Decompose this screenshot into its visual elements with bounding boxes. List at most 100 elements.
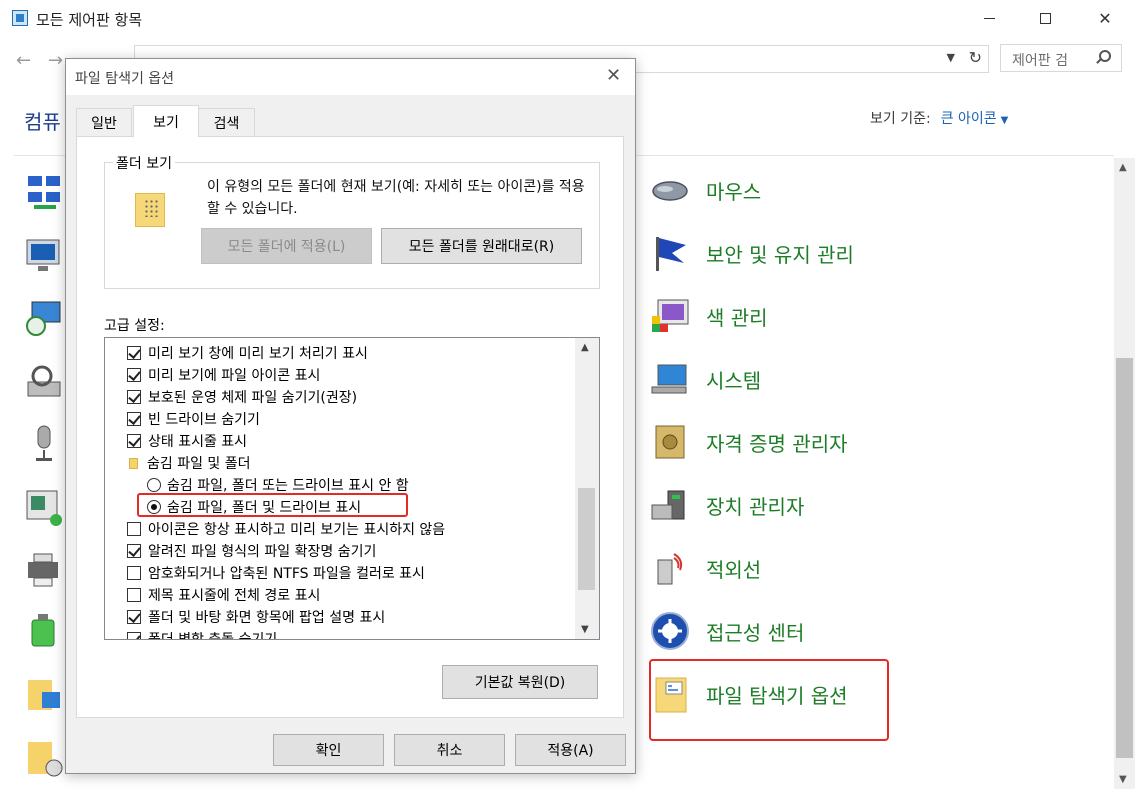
folder-view-group: 폴더 보기 이 유형의 모든 폴더에 현재 보기(예: 자세히 또는 아이콘)를…	[104, 153, 600, 289]
folder-history-icon[interactable]	[24, 738, 64, 778]
forward-arrow-icon[interactable]: →	[48, 50, 63, 71]
minimize-icon	[983, 17, 995, 19]
checkbox[interactable]	[127, 434, 141, 448]
scroll-thumb[interactable]	[578, 488, 595, 590]
dialog-title: 파일 탐색기 옵션	[75, 71, 175, 87]
scroll-down-icon[interactable]: ▼	[581, 624, 589, 635]
adv-setting-row[interactable]: 아이콘은 항상 표시하고 미리 보기는 표시하지 않음	[127, 518, 445, 540]
tab-search[interactable]: 검색	[198, 108, 255, 136]
refresh-icon[interactable]: ↻	[969, 48, 982, 67]
adv-setting-row[interactable]: 빈 드라이브 숨기기	[127, 408, 260, 430]
cp-item-system[interactable]: 시스템	[650, 357, 761, 401]
cp-item-credential-manager[interactable]: 자격 증명 관리자	[650, 420, 848, 464]
cp-item-security-maintenance[interactable]: 보안 및 유지 관리	[650, 231, 854, 275]
adv-setting-row[interactable]: 상태 표시줄 표시	[127, 430, 247, 452]
adv-setting-row[interactable]: 제목 표시줄에 전체 경로 표시	[127, 584, 320, 606]
advanced-settings-list[interactable]: 미리 보기 창에 미리 보기 처리기 표시 미리 보기에 파일 아이콘 표시 보…	[104, 337, 600, 640]
adv-setting-label: 폴더 병합 충돌 숨기기	[148, 632, 278, 640]
checkbox[interactable]	[127, 544, 141, 558]
checkbox[interactable]	[127, 588, 141, 602]
control-panel-icon	[12, 10, 28, 26]
checkbox[interactable]	[127, 522, 141, 536]
network-icon[interactable]	[24, 172, 64, 212]
adv-setting-row[interactable]: 암호화되거나 압축된 NTFS 파일을 컬러로 표시	[127, 562, 425, 584]
infrared-icon	[657, 553, 683, 585]
cp-item-color-management[interactable]: 색 관리	[650, 294, 768, 338]
search-icon[interactable]	[1099, 50, 1111, 62]
page-title: 컴퓨	[24, 110, 61, 134]
tab-label: 검색	[213, 115, 240, 132]
scroll-up-icon[interactable]: ▲	[1119, 162, 1127, 173]
adv-setting-row[interactable]: 미리 보기 창에 미리 보기 처리기 표시	[127, 342, 368, 364]
devices-printers-icon[interactable]	[24, 550, 64, 590]
tab-panel-view: 폴더 보기 이 유형의 모든 폴더에 현재 보기(예: 자세히 또는 아이콘)를…	[76, 136, 624, 718]
scroll-thumb[interactable]	[1116, 358, 1133, 758]
cp-item-label: 시스템	[706, 368, 762, 393]
display-icon[interactable]	[24, 236, 64, 276]
caret-down-icon[interactable]: ▼	[1001, 115, 1009, 126]
adv-setting-row[interactable]: 보호된 운영 체제 파일 숨기기(권장)	[127, 386, 357, 408]
scroll-down-icon[interactable]: ▼	[1119, 774, 1127, 785]
indexing-icon[interactable]	[24, 362, 64, 402]
checkbox[interactable]	[127, 346, 141, 360]
adv-setting-label: 제목 표시줄에 전체 경로 표시	[148, 588, 321, 604]
adv-setting-label: 보호된 운영 체제 파일 숨기기(권장)	[148, 390, 358, 406]
credential-vault-icon	[655, 425, 685, 459]
restore-defaults-button[interactable]: 기본값 복원(D)	[442, 665, 598, 699]
search-input[interactable]: 제어판 검	[1000, 44, 1122, 72]
adv-setting-row[interactable]: 알려진 파일 형식의 파일 확장명 숨기기	[127, 540, 376, 562]
checkbox[interactable]	[127, 566, 141, 580]
radio-button[interactable]	[147, 478, 161, 492]
apply-to-folders-button[interactable]: 모든 폴더에 적용(L)	[201, 228, 372, 264]
reset-folders-button[interactable]: 모든 폴더를 원래대로(R)	[381, 228, 582, 264]
flag-icon	[656, 237, 686, 271]
date-time-icon[interactable]	[24, 298, 64, 338]
cp-item-device-manager[interactable]: 장치 관리자	[650, 483, 804, 527]
advanced-list-scrollbar[interactable]: ▲ ▼	[575, 338, 599, 639]
adv-setting-label: 미리 보기에 파일 아이콘 표시	[148, 368, 321, 384]
tab-label: 보기	[153, 114, 179, 131]
power-options-icon[interactable]	[24, 610, 64, 650]
checkbox[interactable]	[127, 610, 141, 624]
checkbox[interactable]	[127, 368, 141, 382]
mouse-icon	[652, 181, 688, 201]
tab-view[interactable]: 보기	[133, 105, 199, 137]
apply-button[interactable]: 적용(A)	[515, 734, 626, 766]
color-management-icon	[652, 299, 689, 332]
cp-item-ease-of-access[interactable]: 접근성 센터	[650, 609, 804, 653]
chevron-down-icon[interactable]: ▼	[947, 51, 955, 64]
adv-setting-row[interactable]: 폴더 및 바탕 화면 항목에 팝업 설명 표시	[127, 606, 385, 628]
adv-setting-row[interactable]: 폴더 병합 충돌 숨기기	[127, 628, 278, 640]
minimize-button[interactable]	[966, 0, 1012, 36]
adv-setting-label: 폴더 및 바탕 화면 항목에 팝업 설명 표시	[148, 610, 386, 626]
adv-setting-label: 아이콘은 항상 표시하고 미리 보기는 표시하지 않음	[148, 522, 446, 538]
adv-setting-row[interactable]: 미리 보기에 파일 아이콘 표시	[127, 364, 320, 386]
checkbox[interactable]	[127, 390, 141, 404]
close-button[interactable]: ✕	[1082, 0, 1128, 36]
dialog-close-icon[interactable]: ✕	[606, 65, 621, 86]
cancel-button[interactable]: 취소	[394, 734, 505, 766]
adv-setting-label: 숨김 파일, 폴더 또는 드라이브 표시 안 함	[167, 478, 409, 494]
cp-item-infrared[interactable]: 적외선	[650, 546, 761, 590]
adv-setting-label: 빈 드라이브 숨기기	[148, 412, 260, 428]
folder-cube-icon[interactable]	[24, 674, 64, 714]
checkbox[interactable]	[127, 412, 141, 426]
main-scrollbar[interactable]: ▲ ▼	[1114, 158, 1135, 789]
highlight-annotation-radio	[137, 493, 408, 517]
cp-item-label: 접근성 센터	[706, 620, 805, 645]
cp-item-mouse[interactable]: 마우스	[650, 168, 761, 212]
tab-general[interactable]: 일반	[76, 108, 132, 136]
maximize-button[interactable]	[1022, 0, 1068, 36]
microphone-icon[interactable]	[24, 424, 64, 464]
cp-item-label: 보안 및 유지 관리	[706, 242, 854, 267]
scroll-up-icon[interactable]: ▲	[581, 342, 589, 353]
ok-button[interactable]: 확인	[273, 734, 384, 766]
cp-item-label: 색 관리	[706, 305, 768, 330]
autoplay-icon[interactable]	[24, 488, 64, 528]
system-icon	[651, 364, 687, 394]
advanced-settings-label: 고급 설정:	[104, 318, 165, 334]
checkbox[interactable]	[127, 632, 141, 639]
view-by-dropdown[interactable]: 큰 아이콘	[941, 111, 997, 127]
back-arrow-icon[interactable]: ←	[16, 50, 31, 71]
ease-of-access-icon	[651, 612, 689, 650]
